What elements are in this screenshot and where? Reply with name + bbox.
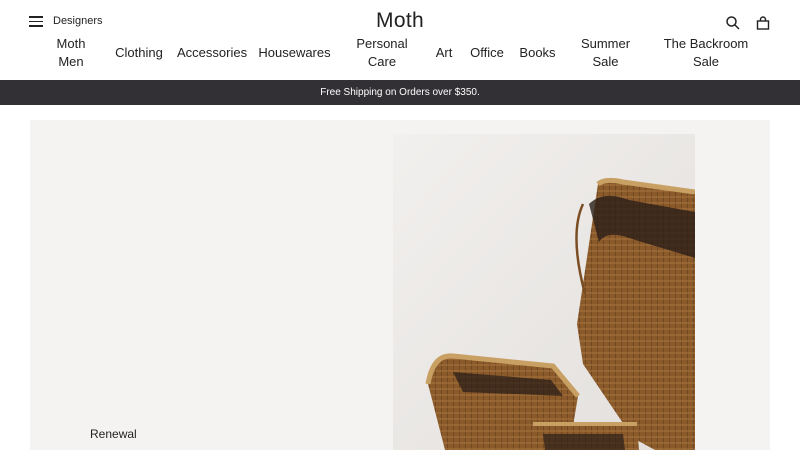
site-header: Designers Moth Moth Men Clothing Accesso… (0, 0, 800, 80)
nav-item-moth-men[interactable]: Moth Men (48, 35, 94, 71)
brand-logo-wrapper: Moth (0, 9, 800, 33)
nav-item-summer-sale[interactable]: Summer Sale (578, 35, 633, 71)
nav-item-backroom-sale[interactable]: The Backroom Sale (662, 35, 750, 71)
nav-item-accessories[interactable]: Accessories (177, 44, 247, 62)
nav-item-office[interactable]: Office (466, 44, 508, 62)
nav-item-housewares[interactable]: Housewares (258, 44, 331, 62)
designers-link[interactable]: Designers (53, 15, 103, 27)
brand-logo[interactable]: Moth (376, 9, 424, 32)
hero-banner[interactable]: Renewal (30, 120, 770, 450)
nav-item-books[interactable]: Books (517, 44, 558, 62)
nav-item-clothing[interactable]: Clothing (110, 44, 168, 62)
hamburger-menu-icon[interactable] (29, 16, 43, 28)
hero-label[interactable]: Renewal (90, 427, 137, 441)
promo-banner[interactable]: Free Shipping on Orders over $350. (0, 80, 800, 105)
hero-image[interactable] (393, 134, 695, 450)
shopping-bag-icon[interactable] (755, 15, 771, 31)
nav-item-personal-care[interactable]: Personal Care (352, 35, 412, 71)
nav-item-art[interactable]: Art (430, 44, 458, 62)
search-icon[interactable] (725, 15, 741, 31)
